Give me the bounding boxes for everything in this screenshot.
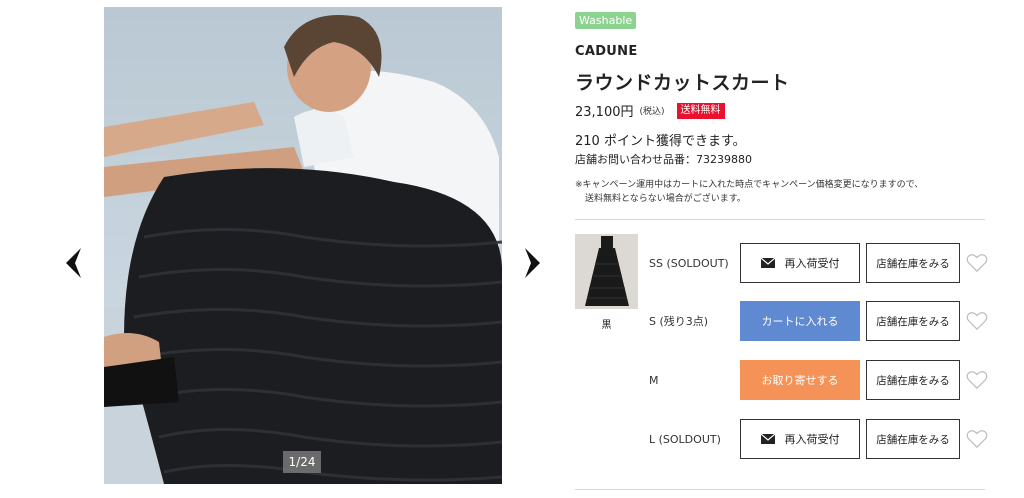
points-text: 210 ポイント獲得できます。 — [575, 134, 746, 149]
gallery-prev-button[interactable] — [63, 246, 83, 280]
size-row-ss: SS (SOLDOUT) 再入荷受付 店舗在庫をみる — [649, 243, 989, 285]
mail-icon — [760, 434, 775, 444]
store-stock-button[interactable]: 店舗在庫をみる — [866, 243, 960, 283]
heart-icon — [966, 312, 988, 331]
price-row: 23,100円 (税込) 送料無料 — [575, 101, 725, 120]
product-title: ラウンドカットスカート — [575, 72, 790, 94]
gallery-counter: 1/24 — [283, 451, 321, 473]
chevron-right-icon — [525, 248, 540, 278]
restock-request-button[interactable]: 再入荷受付 — [740, 419, 860, 459]
size-label: L (SOLDOUT) — [649, 433, 721, 446]
restock-label: 再入荷受付 — [784, 433, 840, 446]
store-inquiry-code: 店舗お問い合わせ品番：73239880 — [575, 153, 752, 166]
free-shipping-badge: 送料無料 — [676, 102, 725, 119]
divider — [575, 489, 985, 490]
campaign-note: ※キャンペーン運用中はカートに入れた時点でキャンペーン価格変更になりますので、 … — [575, 178, 923, 206]
gallery-next-button[interactable] — [523, 246, 543, 280]
size-row-l: L (SOLDOUT) 再入荷受付 店舗在庫をみる — [649, 419, 989, 461]
campaign-note-line: ※キャンペーン運用中はカートに入れた時点でキャンペーン価格変更になりますので、 — [575, 180, 924, 190]
heart-icon — [966, 371, 988, 390]
order-request-button[interactable]: お取り寄せする — [740, 360, 860, 400]
favorite-button[interactable] — [966, 311, 988, 331]
favorite-button[interactable] — [966, 370, 988, 390]
favorite-button[interactable] — [966, 429, 988, 449]
size-row-s: S (残り3点) カートに入れる 店舗在庫をみる — [649, 301, 989, 343]
restock-request-button[interactable]: 再入荷受付 — [740, 243, 860, 283]
product-info: Washable CADUNE ラウンドカットスカート 23,100円 (税込)… — [575, 0, 995, 498]
favorite-button[interactable] — [966, 253, 988, 273]
washable-badge: Washable — [575, 12, 637, 29]
store-stock-button[interactable]: 店舗在庫をみる — [866, 419, 960, 459]
campaign-note-line: 送料無料とならない場合がございます。 — [585, 194, 746, 204]
divider — [575, 219, 985, 220]
restock-label: 再入荷受付 — [784, 257, 840, 270]
product-photo — [104, 7, 502, 484]
tax-note: (税込) — [639, 107, 665, 117]
heart-icon — [966, 430, 988, 449]
add-to-cart-button[interactable]: カートに入れる — [740, 301, 860, 341]
size-label: SS (SOLDOUT) — [649, 257, 729, 270]
mail-icon — [760, 258, 775, 268]
chevron-left-icon — [66, 248, 81, 278]
size-row-m: M お取り寄せする 店舗在庫をみる — [649, 360, 989, 402]
store-stock-button[interactable]: 店舗在庫をみる — [866, 301, 960, 341]
color-label: 黒 — [601, 320, 612, 331]
size-label: M — [649, 374, 659, 387]
size-label: S (残り3点) — [649, 315, 709, 328]
heart-icon — [966, 254, 988, 273]
store-stock-button[interactable]: 店舗在庫をみる — [866, 360, 960, 400]
brand-name[interactable]: CADUNE — [575, 44, 638, 59]
product-gallery: 1/24 — [0, 0, 560, 498]
price: 23,100円 — [575, 105, 634, 120]
color-swatch-thumbnail[interactable] — [575, 234, 638, 309]
